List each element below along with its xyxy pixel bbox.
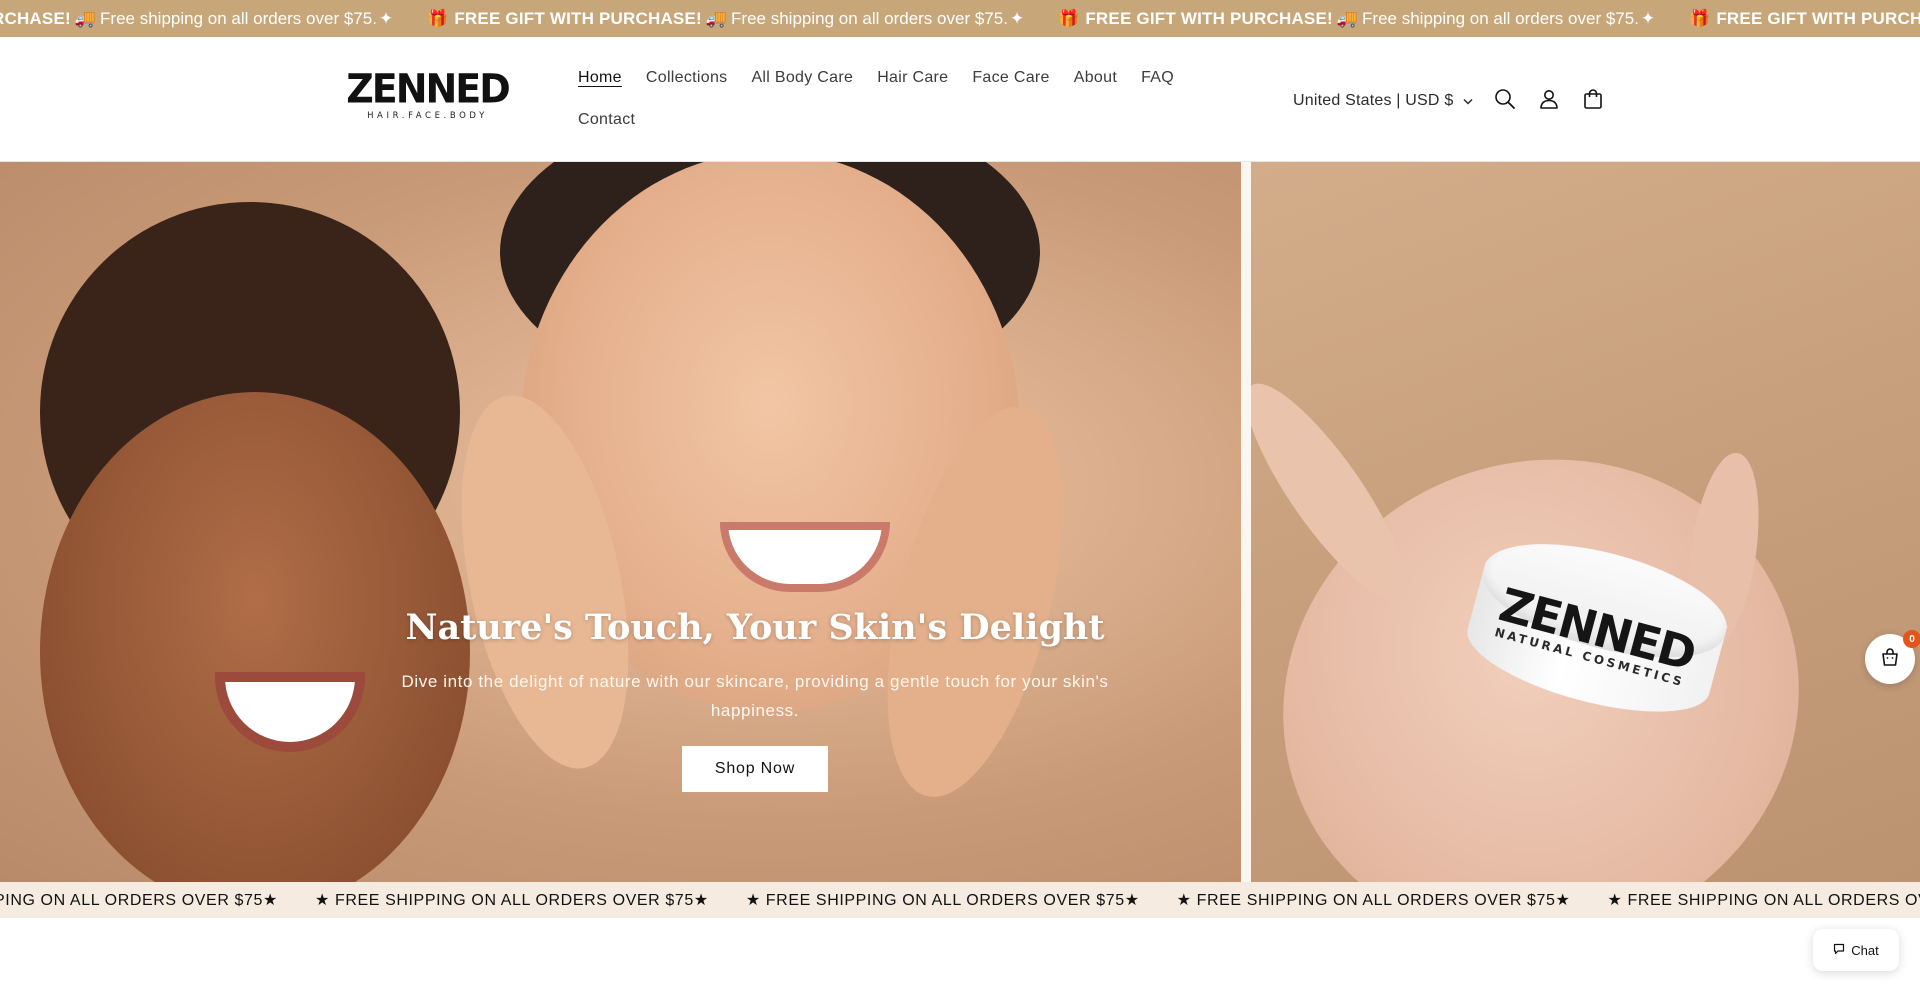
gift-icon: 🎁 bbox=[427, 8, 449, 28]
announcement-text: Free shipping on all orders over $75. bbox=[100, 8, 377, 28]
chat-bubble-icon bbox=[1833, 943, 1851, 958]
floating-cart-button[interactable]: 0 bbox=[1865, 630, 1920, 684]
hero-subtitle: Dive into the delight of nature with our… bbox=[401, 672, 1109, 720]
hero-banner: ZENNED NATURAL COSMETICS Nature's Touch,… bbox=[0, 162, 1920, 882]
header-actions: United States | USD $ bbox=[1283, 81, 1615, 121]
hero-divider bbox=[1241, 162, 1251, 882]
locale-selector[interactable]: United States | USD $ bbox=[1283, 92, 1483, 110]
marquee-item: ★ FREE SHIPPING ON ALL ORDERS OVER $75★ bbox=[314, 892, 709, 909]
account-button[interactable] bbox=[1527, 79, 1571, 123]
hero-image-product bbox=[1251, 162, 1920, 882]
chat-label: Chat bbox=[1851, 942, 1879, 958]
nav-collections[interactable]: Collections bbox=[634, 57, 740, 99]
marquee-item: ★ FREE SHIPPING ON ALL ORDERS OVER $75★ bbox=[1607, 892, 1920, 909]
cart-icon bbox=[1582, 88, 1604, 115]
cart-count-badge: 0 bbox=[1903, 630, 1920, 648]
main-nav: Home Collections All Body Care Hair Care… bbox=[566, 57, 1206, 141]
announcement-item: 🎁 FREE GIFT WITH PURCHASE! bbox=[1689, 9, 1920, 29]
announcement-tail: TH PURCHASE! bbox=[0, 8, 71, 28]
nav-all-body-care[interactable]: All Body Care bbox=[739, 57, 865, 99]
truck-icon: 🚚 bbox=[74, 8, 97, 28]
logo-tagline: HAIR.FACE.BODY bbox=[367, 111, 488, 121]
announcement-text: Free shipping on all orders over $75. bbox=[1362, 8, 1639, 28]
account-icon bbox=[1538, 88, 1560, 115]
announcement-item: TH PURCHASE! 🚚 Free shipping on all orde… bbox=[0, 9, 427, 29]
chat-button[interactable]: Chat bbox=[1813, 929, 1899, 971]
site-header: ZENNED HAIR.FACE.BODY Home Collections A… bbox=[0, 37, 1920, 162]
marquee-track: PING ON ALL ORDERS OVER $75★ ★ FREE SHIP… bbox=[0, 882, 1920, 918]
announcement-text: Free shipping on all orders over $75. bbox=[731, 8, 1008, 28]
announcement-item: 🎁 FREE GIFT WITH PURCHASE! 🚚 Free shippi… bbox=[427, 9, 1058, 29]
truck-icon: 🚚 bbox=[1336, 8, 1359, 28]
truck-icon: 🚚 bbox=[705, 8, 728, 28]
marquee-item: PING ON ALL ORDERS OVER $75★ bbox=[0, 892, 278, 909]
marquee-item: ★ FREE SHIPPING ON ALL ORDERS OVER $75★ bbox=[1176, 892, 1571, 909]
search-icon bbox=[1494, 88, 1516, 115]
logo-wordmark: ZENNED bbox=[346, 65, 511, 113]
nav-contact[interactable]: Contact bbox=[566, 99, 647, 141]
gift-icon: 🎁 bbox=[1058, 8, 1080, 28]
marquee-item: ★ FREE SHIPPING ON ALL ORDERS OVER $75★ bbox=[745, 892, 1140, 909]
nav-hair-care[interactable]: Hair Care bbox=[865, 57, 960, 99]
gift-icon: 🎁 bbox=[1689, 8, 1711, 28]
brand-logo[interactable]: ZENNED HAIR.FACE.BODY bbox=[346, 69, 511, 124]
locale-label: United States | USD $ bbox=[1293, 92, 1454, 109]
announcement-bar: TH PURCHASE! 🚚 Free shipping on all orde… bbox=[0, 0, 1920, 37]
cart-button[interactable] bbox=[1571, 79, 1615, 123]
hero-title: Nature's Touch, Your Skin's Delight bbox=[405, 607, 1105, 648]
announcement-track: TH PURCHASE! 🚚 Free shipping on all orde… bbox=[0, 0, 1920, 37]
nav-home[interactable]: Home bbox=[566, 57, 634, 99]
shopping-bag-icon bbox=[1880, 647, 1900, 672]
nav-face-care[interactable]: Face Care bbox=[960, 57, 1061, 99]
shop-now-button[interactable]: Shop Now bbox=[682, 746, 828, 792]
nav-about[interactable]: About bbox=[1062, 57, 1129, 99]
sparkle-icon: ✦ bbox=[1009, 8, 1025, 28]
announcement-bold: FREE GIFT WITH PURCHASE! bbox=[1716, 8, 1920, 28]
sparkle-icon: ✦ bbox=[1640, 8, 1656, 28]
hero-image-women bbox=[0, 162, 1241, 882]
nav-faq[interactable]: FAQ bbox=[1129, 57, 1186, 99]
shipping-marquee: PING ON ALL ORDERS OVER $75★ ★ FREE SHIP… bbox=[0, 882, 1920, 918]
announcement-bold: FREE GIFT WITH PURCHASE! bbox=[454, 8, 702, 28]
announcement-bold: FREE GIFT WITH PURCHASE! bbox=[1085, 8, 1333, 28]
search-button[interactable] bbox=[1483, 79, 1527, 123]
sparkle-icon: ✦ bbox=[378, 8, 394, 28]
announcement-item: 🎁 FREE GIFT WITH PURCHASE! 🚚 Free shippi… bbox=[1058, 9, 1689, 29]
chevron-down-icon bbox=[1463, 98, 1473, 105]
